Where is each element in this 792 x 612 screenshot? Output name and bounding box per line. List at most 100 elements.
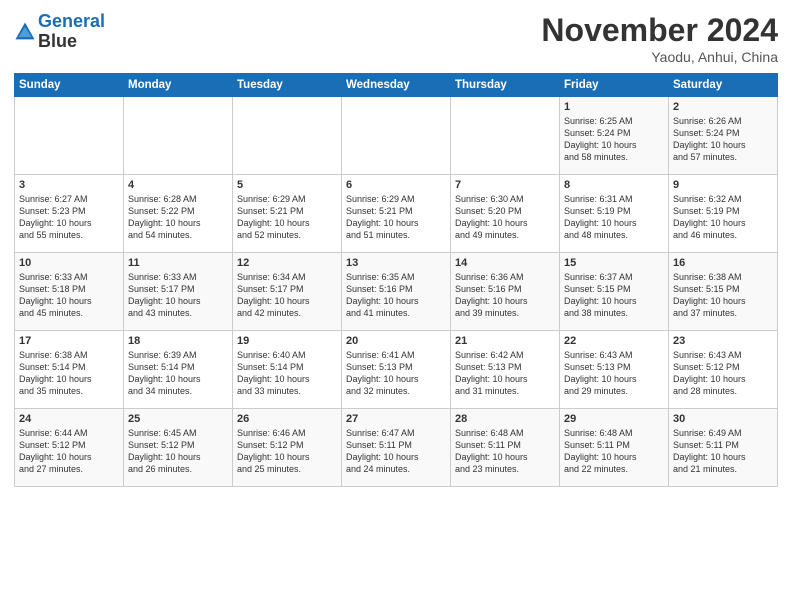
day-number: 5 bbox=[237, 179, 337, 191]
day-number: 15 bbox=[564, 257, 664, 269]
month-title: November 2024 bbox=[541, 12, 778, 49]
day-number: 12 bbox=[237, 257, 337, 269]
day-info: Sunrise: 6:43 AM Sunset: 5:12 PM Dayligh… bbox=[673, 349, 773, 398]
week-row-5: 24 Sunrise: 6:44 AM Sunset: 5:12 PM Dayli… bbox=[15, 409, 778, 487]
day-info: Sunrise: 6:40 AM Sunset: 5:14 PM Dayligh… bbox=[237, 349, 337, 398]
day-number: 1 bbox=[564, 101, 664, 113]
day-info: Sunrise: 6:35 AM Sunset: 5:16 PM Dayligh… bbox=[346, 271, 446, 320]
week-row-1: 1 Sunrise: 6:25 AM Sunset: 5:24 PM Daylig… bbox=[15, 97, 778, 175]
day-number: 14 bbox=[455, 257, 555, 269]
day-number: 30 bbox=[673, 413, 773, 425]
day-number: 25 bbox=[128, 413, 228, 425]
title-block: November 2024 Yaodu, Anhui, China bbox=[541, 12, 778, 65]
day-number: 16 bbox=[673, 257, 773, 269]
day-cell bbox=[451, 97, 560, 175]
day-info: Sunrise: 6:48 AM Sunset: 5:11 PM Dayligh… bbox=[564, 427, 664, 476]
day-number: 26 bbox=[237, 413, 337, 425]
day-cell: 24 Sunrise: 6:44 AM Sunset: 5:12 PM Dayli… bbox=[15, 409, 124, 487]
logo-text: General Blue bbox=[38, 12, 105, 52]
header: General Blue November 2024 Yaodu, Anhui,… bbox=[14, 12, 778, 65]
weekday-header-tuesday: Tuesday bbox=[233, 74, 342, 97]
day-cell: 28 Sunrise: 6:48 AM Sunset: 5:11 PM Dayli… bbox=[451, 409, 560, 487]
day-number: 27 bbox=[346, 413, 446, 425]
day-cell: 5 Sunrise: 6:29 AM Sunset: 5:21 PM Daylig… bbox=[233, 175, 342, 253]
weekday-header-row: SundayMondayTuesdayWednesdayThursdayFrid… bbox=[15, 74, 778, 97]
day-cell: 22 Sunrise: 6:43 AM Sunset: 5:13 PM Dayli… bbox=[560, 331, 669, 409]
day-cell: 27 Sunrise: 6:47 AM Sunset: 5:11 PM Dayli… bbox=[342, 409, 451, 487]
day-number: 24 bbox=[19, 413, 119, 425]
day-info: Sunrise: 6:26 AM Sunset: 5:24 PM Dayligh… bbox=[673, 115, 773, 164]
day-cell: 15Sunrise: 6:37 AM Sunset: 5:15 PM Dayli… bbox=[560, 253, 669, 331]
day-cell: 11 Sunrise: 6:33 AM Sunset: 5:17 PM Dayli… bbox=[124, 253, 233, 331]
day-cell: 23 Sunrise: 6:43 AM Sunset: 5:12 PM Dayli… bbox=[669, 331, 778, 409]
day-cell: 10Sunrise: 6:33 AM Sunset: 5:18 PM Dayli… bbox=[15, 253, 124, 331]
day-info: Sunrise: 6:29 AM Sunset: 5:21 PM Dayligh… bbox=[346, 193, 446, 242]
day-cell bbox=[124, 97, 233, 175]
weekday-header-saturday: Saturday bbox=[669, 74, 778, 97]
week-row-4: 17 Sunrise: 6:38 AM Sunset: 5:14 PM Dayli… bbox=[15, 331, 778, 409]
day-cell bbox=[342, 97, 451, 175]
day-number: 13 bbox=[346, 257, 446, 269]
day-info: Sunrise: 6:36 AM Sunset: 5:16 PM Dayligh… bbox=[455, 271, 555, 320]
day-info: Sunrise: 6:29 AM Sunset: 5:21 PM Dayligh… bbox=[237, 193, 337, 242]
day-cell: 26Sunrise: 6:46 AM Sunset: 5:12 PM Dayli… bbox=[233, 409, 342, 487]
day-number: 29 bbox=[564, 413, 664, 425]
day-cell: 1 Sunrise: 6:25 AM Sunset: 5:24 PM Daylig… bbox=[560, 97, 669, 175]
day-cell: 9 Sunrise: 6:32 AM Sunset: 5:19 PM Daylig… bbox=[669, 175, 778, 253]
location: Yaodu, Anhui, China bbox=[541, 49, 778, 65]
day-cell bbox=[15, 97, 124, 175]
day-number: 21 bbox=[455, 335, 555, 347]
week-row-2: 3Sunrise: 6:27 AM Sunset: 5:23 PM Daylig… bbox=[15, 175, 778, 253]
day-info: Sunrise: 6:38 AM Sunset: 5:14 PM Dayligh… bbox=[19, 349, 119, 398]
day-info: Sunrise: 6:30 AM Sunset: 5:20 PM Dayligh… bbox=[455, 193, 555, 242]
day-cell: 12 Sunrise: 6:34 AM Sunset: 5:17 PM Dayli… bbox=[233, 253, 342, 331]
day-number: 18 bbox=[128, 335, 228, 347]
day-cell bbox=[233, 97, 342, 175]
weekday-header-thursday: Thursday bbox=[451, 74, 560, 97]
day-info: Sunrise: 6:43 AM Sunset: 5:13 PM Dayligh… bbox=[564, 349, 664, 398]
day-info: Sunrise: 6:28 AM Sunset: 5:22 PM Dayligh… bbox=[128, 193, 228, 242]
day-number: 9 bbox=[673, 179, 773, 191]
day-info: Sunrise: 6:41 AM Sunset: 5:13 PM Dayligh… bbox=[346, 349, 446, 398]
day-cell: 3Sunrise: 6:27 AM Sunset: 5:23 PM Daylig… bbox=[15, 175, 124, 253]
day-info: Sunrise: 6:47 AM Sunset: 5:11 PM Dayligh… bbox=[346, 427, 446, 476]
day-info: Sunrise: 6:34 AM Sunset: 5:17 PM Dayligh… bbox=[237, 271, 337, 320]
day-number: 2 bbox=[673, 101, 773, 113]
day-number: 7 bbox=[455, 179, 555, 191]
day-number: 19 bbox=[237, 335, 337, 347]
day-cell: 19 Sunrise: 6:40 AM Sunset: 5:14 PM Dayli… bbox=[233, 331, 342, 409]
page: General Blue November 2024 Yaodu, Anhui,… bbox=[0, 0, 792, 612]
day-number: 23 bbox=[673, 335, 773, 347]
day-info: Sunrise: 6:27 AM Sunset: 5:23 PM Dayligh… bbox=[19, 193, 119, 242]
day-number: 4 bbox=[128, 179, 228, 191]
day-info: Sunrise: 6:39 AM Sunset: 5:14 PM Dayligh… bbox=[128, 349, 228, 398]
logo-icon bbox=[14, 21, 36, 43]
day-cell: 21Sunrise: 6:42 AM Sunset: 5:13 PM Dayli… bbox=[451, 331, 560, 409]
day-cell: 7 Sunrise: 6:30 AM Sunset: 5:20 PM Daylig… bbox=[451, 175, 560, 253]
day-cell: 20 Sunrise: 6:41 AM Sunset: 5:13 PM Dayli… bbox=[342, 331, 451, 409]
day-info: Sunrise: 6:38 AM Sunset: 5:15 PM Dayligh… bbox=[673, 271, 773, 320]
day-number: 8 bbox=[564, 179, 664, 191]
day-cell: 2 Sunrise: 6:26 AM Sunset: 5:24 PM Daylig… bbox=[669, 97, 778, 175]
day-info: Sunrise: 6:33 AM Sunset: 5:17 PM Dayligh… bbox=[128, 271, 228, 320]
day-cell: 14 Sunrise: 6:36 AM Sunset: 5:16 PM Dayli… bbox=[451, 253, 560, 331]
day-number: 17 bbox=[19, 335, 119, 347]
day-cell: 17 Sunrise: 6:38 AM Sunset: 5:14 PM Dayli… bbox=[15, 331, 124, 409]
weekday-header-friday: Friday bbox=[560, 74, 669, 97]
day-number: 22 bbox=[564, 335, 664, 347]
weekday-header-sunday: Sunday bbox=[15, 74, 124, 97]
day-info: Sunrise: 6:32 AM Sunset: 5:19 PM Dayligh… bbox=[673, 193, 773, 242]
day-cell: 18 Sunrise: 6:39 AM Sunset: 5:14 PM Dayli… bbox=[124, 331, 233, 409]
day-number: 20 bbox=[346, 335, 446, 347]
day-number: 11 bbox=[128, 257, 228, 269]
day-info: Sunrise: 6:44 AM Sunset: 5:12 PM Dayligh… bbox=[19, 427, 119, 476]
day-number: 28 bbox=[455, 413, 555, 425]
calendar-table: SundayMondayTuesdayWednesdayThursdayFrid… bbox=[14, 73, 778, 487]
day-info: Sunrise: 6:48 AM Sunset: 5:11 PM Dayligh… bbox=[455, 427, 555, 476]
day-cell: 25Sunrise: 6:45 AM Sunset: 5:12 PM Dayli… bbox=[124, 409, 233, 487]
day-cell: 29 Sunrise: 6:48 AM Sunset: 5:11 PM Dayli… bbox=[560, 409, 669, 487]
logo: General Blue bbox=[14, 12, 105, 52]
day-info: Sunrise: 6:25 AM Sunset: 5:24 PM Dayligh… bbox=[564, 115, 664, 164]
day-info: Sunrise: 6:33 AM Sunset: 5:18 PM Dayligh… bbox=[19, 271, 119, 320]
day-cell: 6Sunrise: 6:29 AM Sunset: 5:21 PM Daylig… bbox=[342, 175, 451, 253]
